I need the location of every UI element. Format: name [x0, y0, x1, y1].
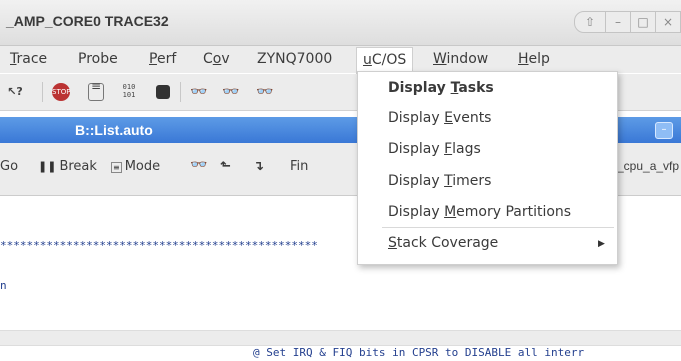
symbol-field[interactable]: _cpu_a_vfp	[617, 159, 679, 173]
mode-button[interactable]: ≡ Mode	[111, 159, 160, 174]
list-window-minimize-button[interactable]: –	[655, 122, 673, 139]
pause-icon: ❚❚	[38, 160, 57, 173]
window-titlebar: _AMP_CORE0 TRACE32 ⇧ – □ ×	[0, 0, 681, 46]
divider-band	[0, 330, 681, 346]
glasses-icon[interactable]: 👓	[190, 83, 208, 101]
code-line: n	[0, 279, 7, 292]
help-pointer-icon[interactable]: ↖?	[6, 83, 24, 101]
chip-icon[interactable]	[156, 85, 170, 99]
stop-icon[interactable]: STOP	[52, 83, 70, 101]
glasses3-icon[interactable]: 👓	[256, 83, 274, 101]
step-over-icon[interactable]: ↴	[253, 159, 264, 174]
stars-line: ****************************************…	[0, 239, 318, 252]
shade-button[interactable]: ⇧	[574, 11, 606, 33]
menu-item-stack-coverage[interactable]: Stack Coverage	[388, 235, 498, 251]
menu-separator	[382, 227, 614, 228]
menubar: Trace Probe Perf Cov ZYNQ7000 uC/OS Wind…	[0, 46, 681, 74]
menu-item-display-memory-partitions[interactable]: Display Memory Partitions	[388, 204, 571, 220]
menu-probe[interactable]: Probe	[75, 51, 121, 67]
submenu-arrow-icon: ▶	[598, 239, 605, 249]
step-back-icon[interactable]: ⬑	[220, 159, 231, 174]
toolbar-separator	[42, 82, 43, 102]
comment-line: @ Set IRQ & FIQ bits in CPSR to DISABLE …	[253, 346, 585, 359]
list-window-title: B::List.auto	[75, 122, 153, 138]
menu-perf[interactable]: Perf	[146, 51, 179, 67]
list-icon[interactable]: ≡	[88, 80, 104, 101]
menu-item-display-flags[interactable]: Display Flags	[388, 141, 481, 157]
menu-item-display-events[interactable]: Display Events	[388, 110, 491, 126]
menu-trace[interactable]: Trace	[7, 51, 50, 67]
glasses2-icon[interactable]: 👓	[222, 83, 240, 101]
window-title: _AMP_CORE0 TRACE32	[6, 13, 169, 29]
ucos-dropdown-menu: Display Tasks Display Events Display Fla…	[357, 71, 618, 265]
glasses-icon[interactable]: 👓	[190, 157, 207, 173]
menu-window[interactable]: Window	[430, 51, 491, 67]
break-button[interactable]: ❚❚ Break	[38, 159, 97, 174]
minimize-button[interactable]: –	[605, 11, 631, 33]
toolbar-separator	[180, 82, 181, 102]
window-controls: ⇧ – □ ×	[574, 11, 681, 33]
go-button[interactable]: Go	[0, 159, 18, 174]
menu-cov[interactable]: Cov	[200, 51, 233, 67]
break-label: Break	[59, 159, 97, 174]
menu-ucos[interactable]: uC/OS	[356, 47, 414, 74]
mode-label: Mode	[124, 159, 161, 174]
menu-item-display-timers[interactable]: Display Timers	[388, 173, 491, 189]
maximize-button[interactable]: □	[630, 11, 656, 33]
binary-icon[interactable]: 010 101	[120, 83, 138, 101]
menu-zynq7000[interactable]: ZYNQ7000	[254, 51, 335, 67]
mode-icon: ≡	[111, 162, 122, 173]
menu-help[interactable]: Help	[515, 51, 553, 67]
find-button[interactable]: Fin	[290, 159, 308, 174]
close-button[interactable]: ×	[655, 11, 681, 33]
menu-item-display-tasks[interactable]: Display Tasks	[388, 80, 494, 96]
